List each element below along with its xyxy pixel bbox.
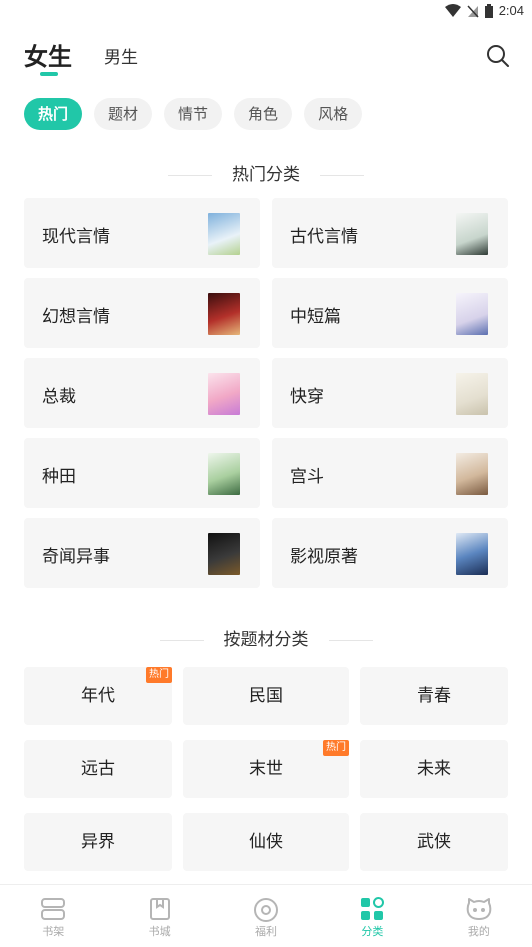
header: 女生 男生 [24, 36, 512, 76]
theme-section-label: 按题材分类 [223, 630, 309, 650]
status-time: 2:04 [498, 3, 524, 18]
category-card[interactable]: 古代言情 [272, 198, 508, 268]
category-card[interactable]: 中短篇 [272, 278, 508, 348]
category-label: 快穿 [290, 387, 324, 407]
chip-style[interactable]: 风格 [304, 98, 363, 130]
active-tab-indicator [40, 72, 58, 76]
theme-label: 仙侠 [249, 832, 283, 852]
category-card[interactable]: 种田 [24, 438, 260, 508]
tab-female[interactable]: 女生 [24, 37, 72, 72]
nav-label: 我的 [467, 925, 490, 938]
book-cover-thumbnail [208, 213, 240, 255]
nav-welfare[interactable]: 福利 [213, 885, 319, 947]
chip-plot[interactable]: 情节 [164, 98, 223, 130]
theme-label: 青春 [417, 686, 451, 706]
theme-label: 未来 [417, 759, 451, 779]
book-cover-thumbnail [456, 373, 488, 415]
theme-card[interactable]: 武侠 [360, 813, 508, 871]
wifi-icon [444, 3, 461, 17]
bookshelf-icon [41, 898, 66, 920]
chip-theme[interactable]: 题材 [94, 98, 153, 130]
bookstore-icon [149, 898, 170, 920]
book-cover-thumbnail [456, 293, 488, 335]
theme-card[interactable]: 仙侠 [183, 813, 349, 871]
divider [168, 174, 212, 176]
category-card[interactable]: 幻想言情 [24, 278, 260, 348]
theme-card[interactable]: 民国 [183, 667, 349, 725]
category-card[interactable]: 总裁 [24, 358, 260, 428]
bottom-nav: 书架 书城 福利 分类 我的 [0, 884, 532, 947]
popular-section-label: 热门分类 [232, 165, 300, 185]
category-label: 中短篇 [290, 307, 341, 327]
theme-category-grid: 年代 热门 民国 青春 远古 末世 热门 未来 异界 仙侠 武侠 [24, 667, 508, 871]
theme-card[interactable]: 异界 [24, 813, 172, 871]
theme-label: 年代 [81, 686, 115, 706]
divider [328, 639, 373, 641]
theme-section-title: 按题材分类 [0, 625, 532, 650]
category-label: 幻想言情 [42, 307, 110, 327]
book-cover-thumbnail [456, 453, 488, 495]
category-card[interactable]: 影视原著 [272, 518, 508, 588]
chip-role[interactable]: 角色 [234, 98, 293, 130]
hot-badge: 热门 [323, 740, 349, 756]
book-cover-thumbnail [456, 213, 488, 255]
category-label: 影视原著 [290, 547, 358, 567]
status-bar: 2:04 [0, 0, 532, 24]
category-card[interactable]: 现代言情 [24, 198, 260, 268]
theme-card[interactable]: 远古 [24, 740, 172, 798]
category-label: 种田 [42, 467, 76, 487]
status-icons: 2:04 [444, 3, 524, 18]
theme-label: 异界 [81, 832, 115, 852]
category-label: 奇闻异事 [42, 547, 110, 567]
tab-male[interactable]: 男生 [104, 43, 138, 68]
book-cover-thumbnail [208, 373, 240, 415]
divider [159, 639, 204, 641]
nav-bookstore[interactable]: 书城 [106, 885, 212, 947]
category-card[interactable]: 宫斗 [272, 438, 508, 508]
popular-category-grid: 现代言情 古代言情 幻想言情 中短篇 总裁 快穿 种田 宫斗 奇闻异事 影视原著 [24, 198, 508, 588]
filter-chips: 热门 题材 情节 角色 风格 [24, 98, 363, 130]
nav-category[interactable]: 分类 [319, 885, 425, 947]
nav-label: 书架 [42, 925, 65, 938]
theme-card[interactable]: 未来 [360, 740, 508, 798]
divider [320, 174, 364, 176]
nav-label: 福利 [255, 925, 278, 938]
theme-card[interactable]: 末世 热门 [183, 740, 349, 798]
welfare-icon [254, 898, 279, 922]
category-label: 现代言情 [42, 227, 110, 247]
chip-hot[interactable]: 热门 [24, 98, 83, 130]
theme-label: 武侠 [417, 832, 451, 852]
category-label: 古代言情 [290, 227, 358, 247]
category-card[interactable]: 奇闻异事 [24, 518, 260, 588]
category-label: 总裁 [42, 387, 76, 407]
nav-profile[interactable]: 我的 [426, 885, 532, 947]
category-icon [361, 897, 385, 920]
nav-label: 书城 [148, 925, 171, 938]
popular-section-title: 热门分类 [0, 160, 532, 185]
battery-icon [484, 3, 493, 18]
book-cover-thumbnail [208, 293, 240, 335]
no-signal-icon [467, 4, 479, 18]
theme-label: 远古 [81, 759, 115, 779]
book-cover-thumbnail [208, 533, 240, 575]
theme-label: 民国 [249, 686, 283, 706]
search-icon[interactable] [484, 42, 512, 70]
theme-card[interactable]: 青春 [360, 667, 508, 725]
nav-bookshelf[interactable]: 书架 [0, 885, 106, 947]
theme-label: 末世 [249, 759, 283, 779]
book-cover-thumbnail [456, 533, 488, 575]
nav-label: 分类 [361, 925, 384, 938]
book-cover-thumbnail [208, 453, 240, 495]
profile-icon [466, 898, 492, 920]
hot-badge: 热门 [146, 667, 172, 683]
category-label: 宫斗 [290, 467, 324, 487]
category-card[interactable]: 快穿 [272, 358, 508, 428]
theme-card[interactable]: 年代 热门 [24, 667, 172, 725]
